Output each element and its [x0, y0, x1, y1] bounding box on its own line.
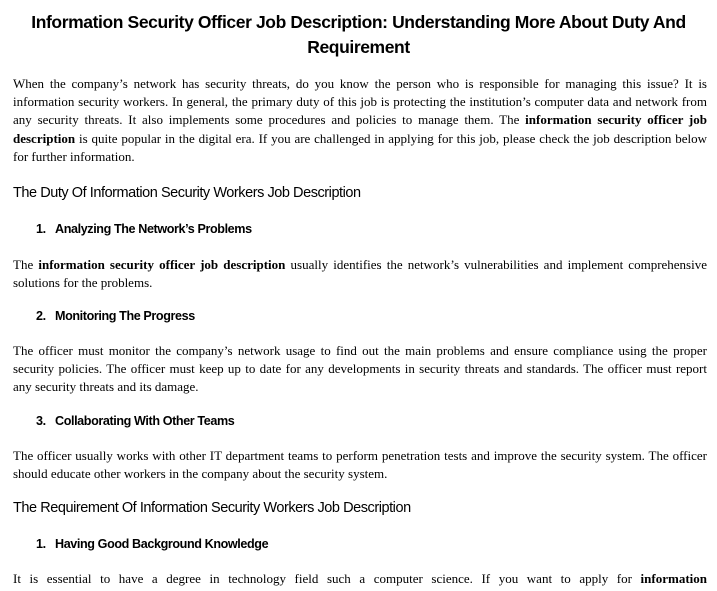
list-number: 1. — [36, 537, 46, 551]
list-title: Collaborating With Other Teams — [55, 414, 235, 428]
list-title: Having Good Background Knowledge — [55, 537, 269, 551]
section-heading-duty: The Duty Of Information Security Workers… — [13, 185, 361, 201]
paragraph-keyword: information security officer job descrip… — [38, 257, 286, 272]
list-number: 1. — [36, 222, 46, 236]
duty-item-3-heading: 3. Collaborating With Other Teams — [36, 414, 235, 428]
duty-item-3-paragraph: The officer usually works with other IT … — [13, 448, 707, 482]
paragraph-text: The — [13, 257, 39, 272]
list-title: Analyzing The Network’s Problems — [55, 222, 252, 236]
section-heading-requirement: The Requirement Of Information Security … — [13, 500, 411, 516]
list-number: 3. — [36, 414, 46, 428]
duty-item-2-paragraph: The officer must monitor the company’s n… — [13, 343, 707, 395]
paragraph-keyword: information — [640, 571, 707, 586]
paragraph-text: It is essential to have a degree in tech… — [13, 571, 641, 586]
requirement-item-1-paragraph: It is essential to have a degree in tech… — [13, 570, 707, 588]
intro-paragraph: When the company’s network has security … — [13, 75, 707, 166]
duty-item-1-heading: 1. Analyzing The Network’s Problems — [36, 222, 252, 236]
list-title: Monitoring The Progress — [55, 309, 195, 323]
intro-text-end: is quite popular in the digital era. If … — [13, 130, 707, 164]
list-number: 2. — [36, 309, 46, 323]
requirement-item-1-heading: 1. Having Good Background Knowledge — [36, 537, 269, 551]
document-title: Information Security Officer Job Descrip… — [31, 12, 686, 57]
duty-item-2-heading: 2. Monitoring The Progress — [36, 309, 195, 323]
duty-item-1-paragraph: The information security officer job des… — [13, 256, 707, 292]
